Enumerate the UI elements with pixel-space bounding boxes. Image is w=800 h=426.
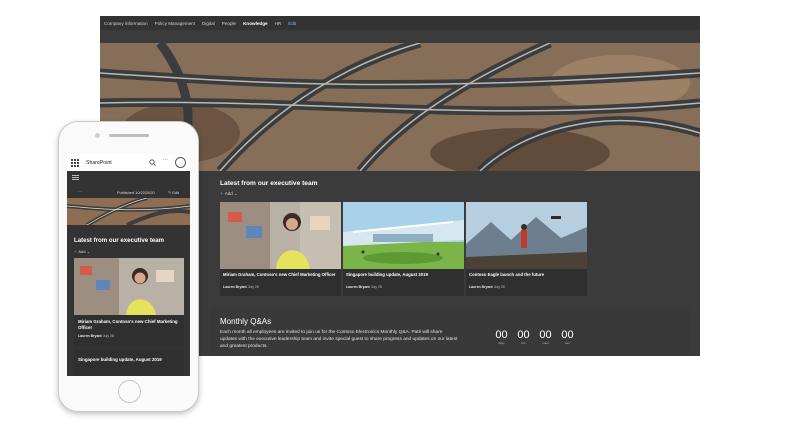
news-date: July 28: [370, 285, 382, 289]
author-name: Lauren Bryant: [469, 285, 493, 289]
news-thumbnail-eagle: [466, 202, 587, 269]
news-card-title: Miriam Graham, Contoso's new Chief Marke…: [223, 272, 336, 277]
ellipsis-icon[interactable]: ···: [78, 189, 82, 194]
pencil-icon: ✎: [168, 190, 172, 195]
countdown-value: 00: [495, 329, 508, 341]
author-name: Lauren Bryant: [346, 285, 370, 289]
chevron-down-icon: ⌄: [86, 249, 90, 254]
phone-news-card[interactable]: Miriam Graham, Contoso's new Chief Marke…: [74, 258, 184, 346]
countdown-hours: 00 hrs: [516, 329, 531, 345]
nav-edit-link[interactable]: Edit: [288, 21, 296, 26]
news-date: July 28: [247, 285, 259, 289]
chevron-down-icon: ⌄: [234, 191, 239, 196]
countdown-days: 00 days: [494, 329, 509, 345]
news-card-meta: Lauren Bryant July 28: [346, 285, 382, 289]
hamburger-menu-icon[interactable]: [72, 175, 79, 180]
news-thumbnail-miriam: [74, 258, 184, 315]
phone-add-button[interactable]: + Add ⌄: [74, 249, 90, 254]
author-name: Lauren Bryant: [223, 285, 247, 289]
news-card[interactable]: Miriam Graham, Contoso's new Chief Marke…: [220, 202, 341, 296]
qa-description: Each month all employees are invited to …: [220, 330, 458, 349]
news-card-title: Singapore building update, August 2019: [346, 272, 428, 277]
news-thumbnail-miriam: [220, 202, 341, 269]
countdown-label: sec: [565, 341, 570, 345]
home-button[interactable]: [118, 380, 141, 403]
sharepoint-app-bar: SharePoint ···: [67, 154, 190, 171]
monthly-qa-section: Monthly Q&As Each month all employees ar…: [210, 307, 690, 356]
phone-camera: [95, 133, 100, 138]
add-button[interactable]: + Add ⌄: [220, 191, 238, 197]
news-card-title: Singapore building update, August 2019: [78, 357, 162, 362]
nav-item-knowledge[interactable]: Knowledge: [243, 21, 268, 26]
news-card-meta: Lauren Bryant July 28: [469, 285, 505, 289]
news-card-title: Miriam Graham, Contoso's new Chief Marke…: [78, 319, 178, 330]
news-card[interactable]: Contoso Eagle launch and the future Laur…: [466, 202, 587, 296]
countdown-label: days: [498, 341, 505, 345]
phone-section-title: Latest from our executive team: [74, 237, 165, 244]
more-options-icon[interactable]: ···: [163, 157, 168, 163]
phone-mockup: SharePoint ··· ··· Published 10/22/2020 …: [58, 121, 199, 412]
nav-item-company-information[interactable]: Company information: [104, 21, 148, 26]
news-card-meta: Lauren Bryant July 28: [78, 334, 114, 338]
nav-item-hr[interactable]: HR: [275, 21, 282, 26]
countdown-label: hrs: [521, 341, 526, 345]
news-date: July 28: [493, 285, 505, 289]
author-name: Lauren Bryant: [78, 334, 102, 338]
stage: Company information Policy Management Di…: [0, 0, 800, 426]
edit-button[interactable]: ✎Edit: [168, 190, 179, 195]
news-thumbnail-singapore: [343, 202, 464, 269]
nav-item-policy-management[interactable]: Policy Management: [155, 21, 195, 26]
countdown-value: 00: [517, 329, 530, 341]
search-icon[interactable]: [149, 159, 156, 166]
plus-icon: +: [220, 191, 223, 196]
phone-hero-image: [67, 198, 190, 225]
countdown-minutes: 00 mins: [538, 329, 553, 345]
qa-title: Monthly Q&As: [220, 317, 272, 326]
section-title: Latest from our executive team: [220, 180, 318, 187]
nav-item-digital[interactable]: Digital: [202, 21, 215, 26]
nav-item-people[interactable]: People: [222, 21, 236, 26]
published-date: Published 10/22/2020: [117, 190, 155, 195]
add-button-label: Add: [224, 191, 233, 196]
add-button-label: Add: [78, 249, 86, 254]
phone-screen: SharePoint ··· ··· Published 10/22/2020 …: [67, 154, 190, 376]
waffle-icon[interactable]: [71, 158, 79, 167]
countdown-value: 00: [561, 329, 574, 341]
countdown-label: mins: [542, 341, 549, 345]
avatar[interactable]: [175, 157, 186, 168]
phone-news-card[interactable]: Singapore building update, August 2019: [74, 350, 184, 376]
countdown-seconds: 00 sec: [560, 329, 575, 345]
news-card-title: Contoso Eagle launch and the future: [469, 272, 544, 277]
countdown-timer: 00 days 00 hrs 00 mins 00 sec: [494, 329, 575, 345]
countdown-value: 00: [539, 329, 552, 341]
edit-label: Edit: [172, 190, 179, 195]
top-navigation: Company information Policy Management Di…: [100, 16, 700, 30]
news-date: July 28: [102, 334, 114, 338]
plus-icon: +: [74, 249, 77, 254]
phone-speaker: [109, 134, 149, 137]
news-card[interactable]: Singapore building update, August 2019 L…: [343, 202, 464, 296]
app-name: SharePoint: [86, 159, 112, 166]
news-card-meta: Lauren Bryant July 28: [223, 285, 259, 289]
